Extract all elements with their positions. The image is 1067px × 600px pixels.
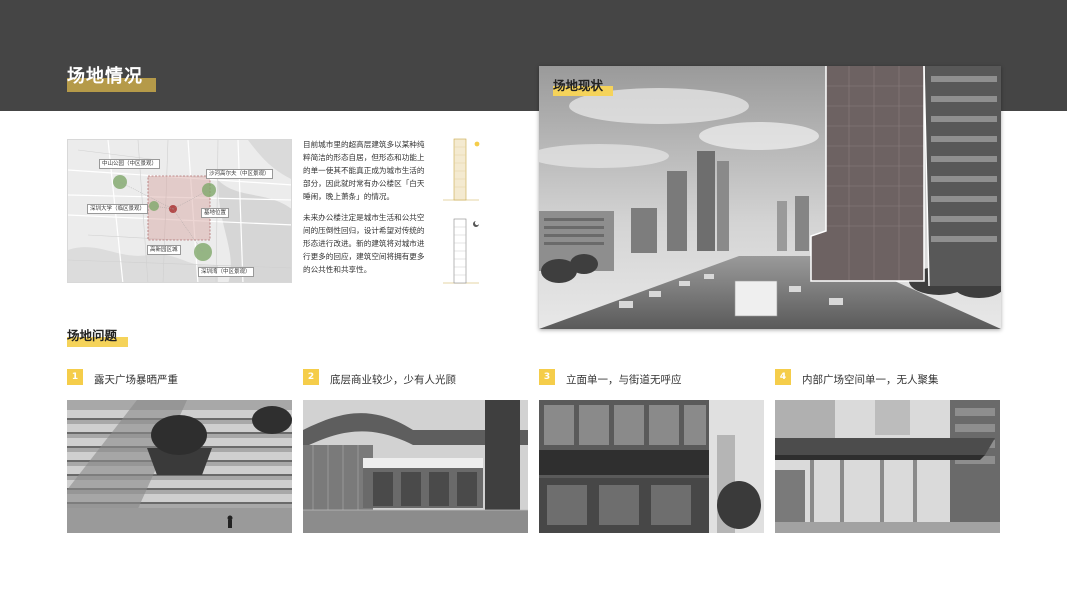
map-label-hitech: 高新园区城: [147, 245, 181, 255]
issue-number-4: 4: [775, 369, 791, 385]
issue-photo-commercial: [303, 400, 528, 533]
tower-diagram: [443, 137, 485, 287]
page-title-text: 场地情况: [67, 66, 143, 87]
map-label-shahe: 沙河高尔夫（中区景观）: [206, 169, 273, 179]
map-label-szu: 深圳大学（临区景观）: [87, 204, 149, 214]
issue-photo-facade: [539, 400, 764, 533]
facade-graphic: [539, 400, 764, 533]
issue-text-3: 立面单一，与街道无呼应: [566, 374, 682, 386]
map-label-site: 基地位置: [201, 208, 230, 218]
intro-paragraph-2: 未来办公楼注定是城市生活和公共空间的压倒性回归，设计希望对传统的形态进行改进。新…: [303, 213, 425, 274]
issue-number-1: 1: [67, 369, 83, 385]
issue-text-4: 内部广场空间单一，无人聚集: [802, 374, 939, 386]
plaza-graphic: [67, 400, 292, 533]
site-current-photo: [539, 66, 1001, 329]
intro-text: 目前城市里的超高层建筑多以某种纯粹简洁的形态自居，但形态和功能上的单一使其不能真…: [303, 138, 431, 284]
tower-graphic: [443, 138, 480, 284]
issue-photo-inner-plaza: [775, 400, 1000, 533]
intro-paragraph-1: 目前城市里的超高层建筑多以某种纯粹简洁的形态自居，但形态和功能上的单一使其不能真…: [303, 140, 425, 201]
page-title: 场地情况: [67, 64, 156, 94]
map-label-bay: 深圳湾（中区景观）: [198, 267, 254, 277]
commercial-graphic: [303, 400, 528, 533]
issue-number-2: 2: [303, 369, 319, 385]
street-scene-graphic: [539, 66, 1001, 329]
site-map: 中山公园（中区景观） 沙河高尔夫（中区景观） 深圳大学（临区景观） 基地位置 高…: [67, 139, 292, 283]
issues-heading: 场地问题: [67, 326, 128, 347]
issues-heading-text: 场地问题: [67, 328, 118, 343]
issue-photo-plaza: [67, 400, 292, 533]
current-label-text: 场地现状: [553, 78, 604, 93]
current-label: 场地现状: [553, 76, 613, 96]
issue-text-1: 露天广场暴晒严重: [94, 374, 178, 386]
issue-text-2: 底层商业较少，少有人光顾: [330, 374, 456, 386]
inner-plaza-graphic: [775, 400, 1000, 533]
map-label-zhongshan: 中山公园（中区景观）: [99, 159, 161, 169]
issue-number-3: 3: [539, 369, 555, 385]
